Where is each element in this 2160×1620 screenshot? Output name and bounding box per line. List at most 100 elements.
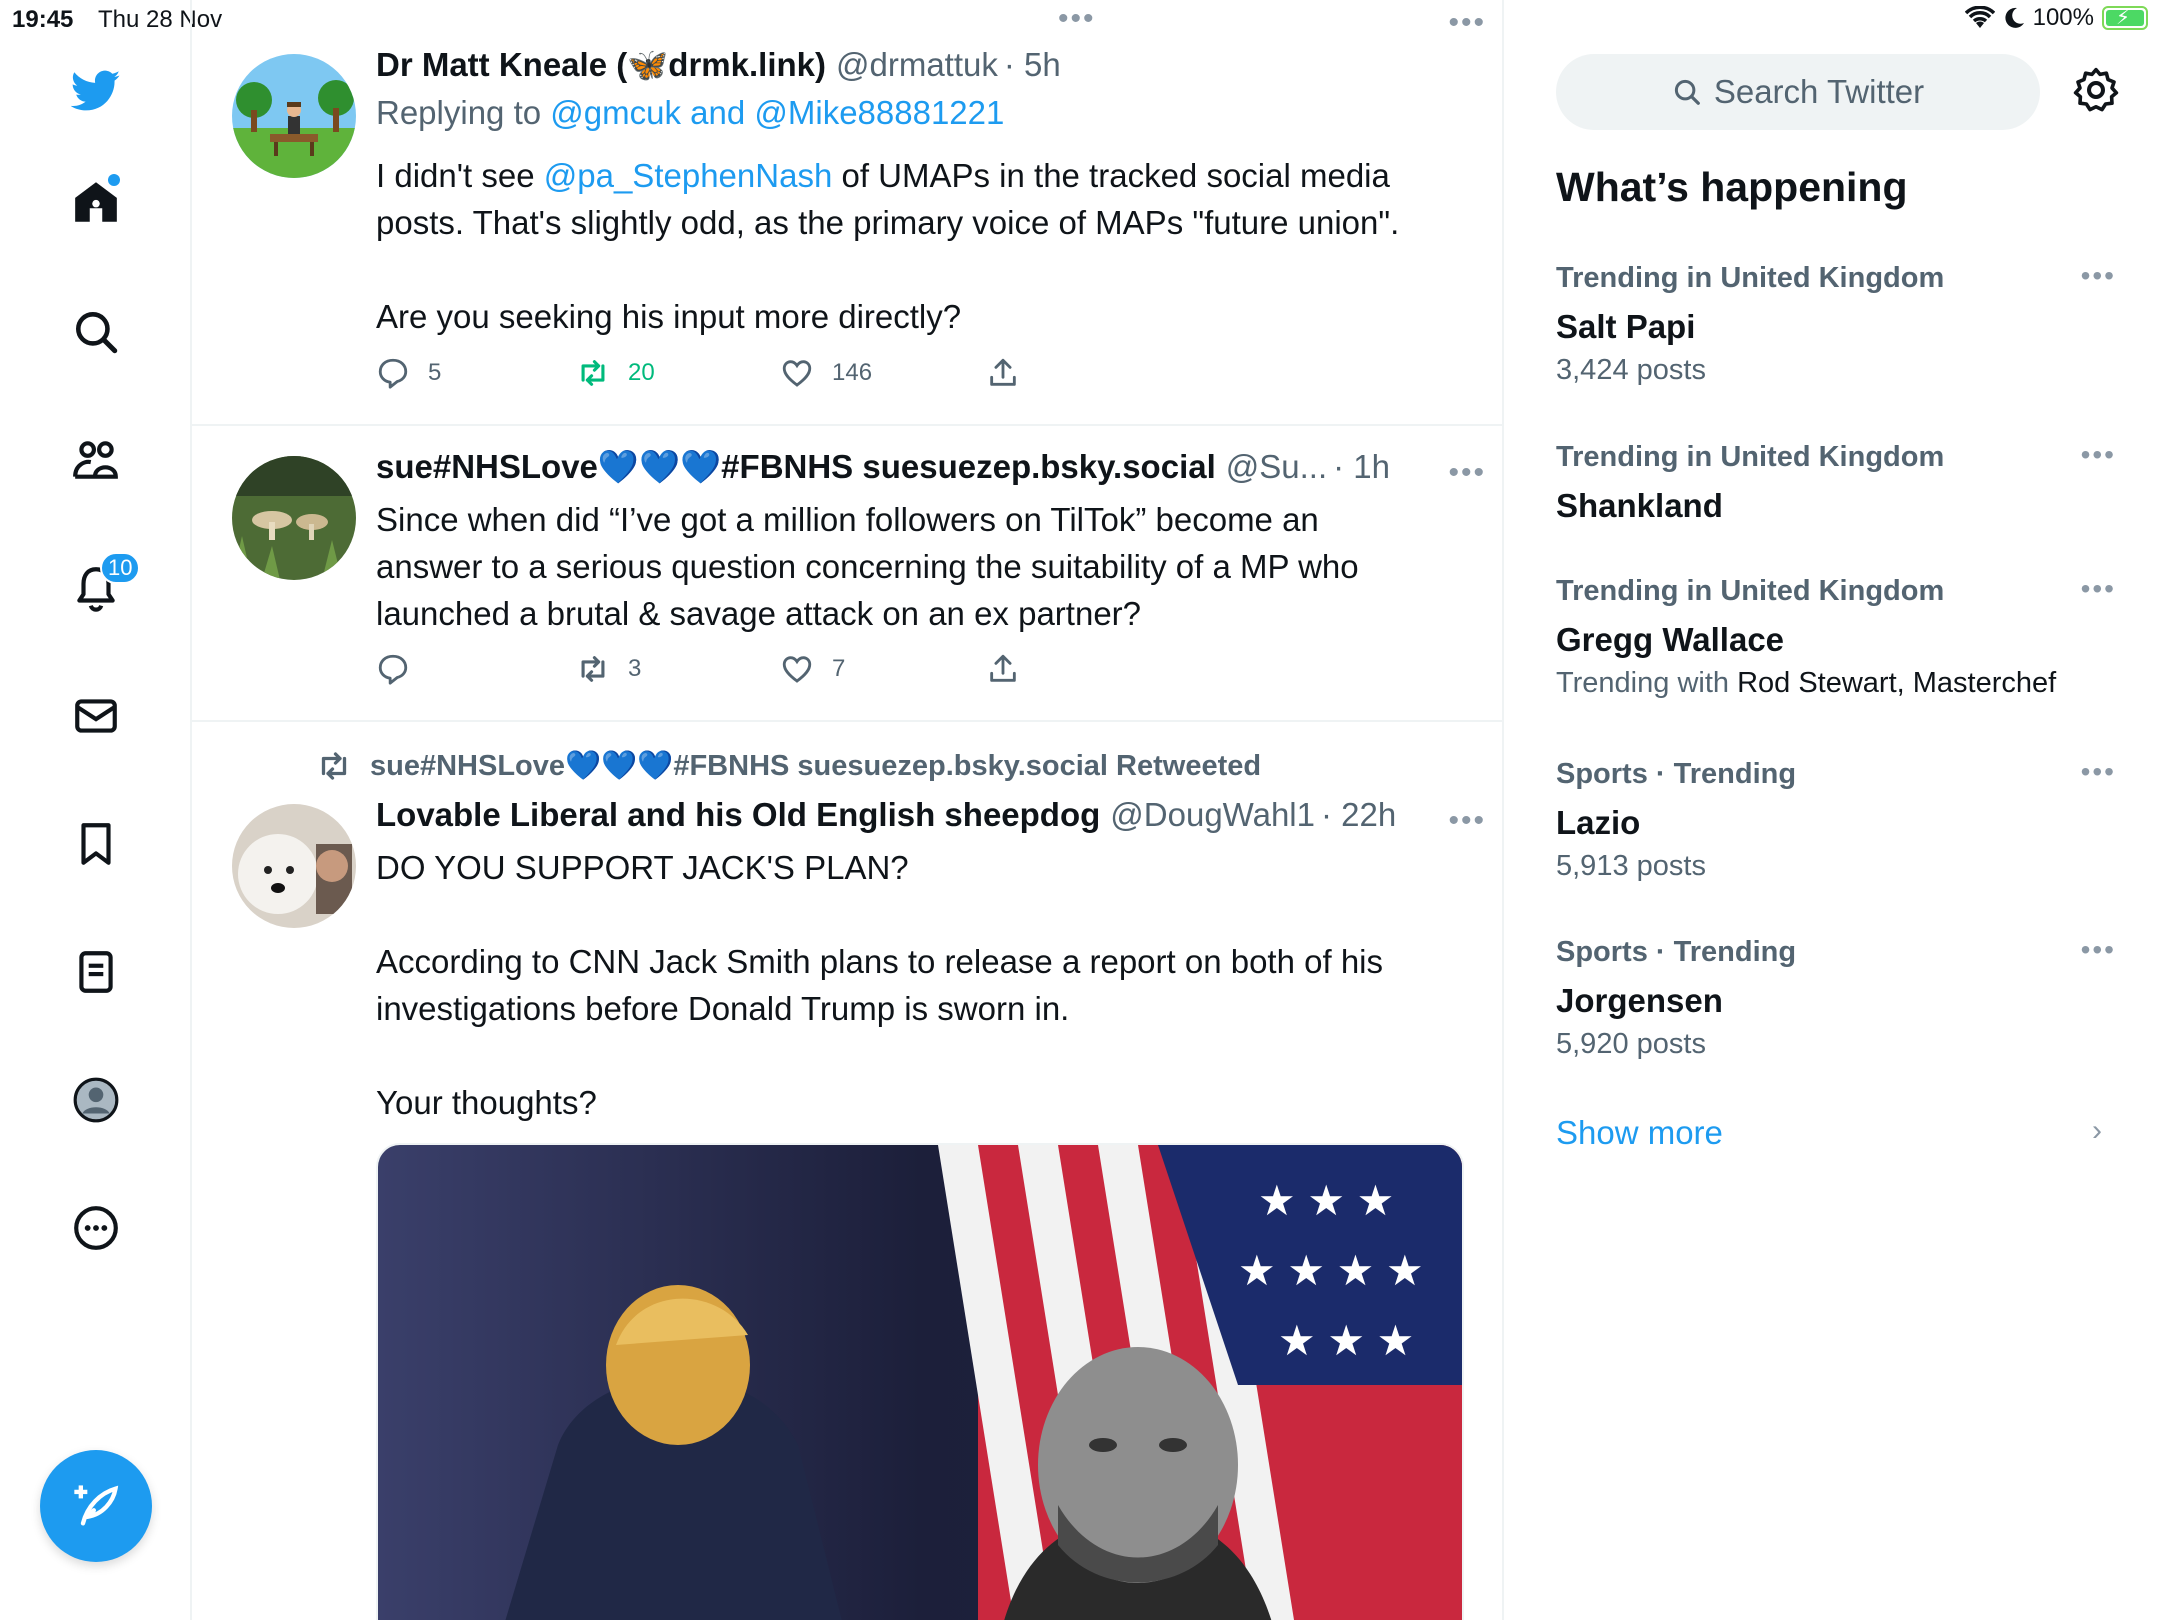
notifications-badge: 10 [100, 552, 141, 584]
like-button[interactable]: 7 [780, 652, 986, 686]
trend-post-count: 5,913 posts [1556, 850, 1706, 882]
trend-item[interactable]: Trending in United Kingdom Gregg Wallace… [1556, 573, 2116, 711]
trend-more-button[interactable]: ••• [2081, 573, 2116, 605]
replying-users-link[interactable]: @gmcuk and @Mike88881221 [550, 94, 1004, 131]
trend-context: Sports · Trending [1556, 758, 1797, 790]
svg-text:★ ★ ★: ★ ★ ★ [1258, 1177, 1394, 1224]
trend-more-button[interactable]: ••• [2081, 260, 2116, 292]
heart-icon [782, 656, 812, 683]
like-button[interactable]: 146 [780, 356, 986, 390]
tweet-media-image[interactable]: ★ ★ ★ ★ ★ ★ ★ ★ ★ ★ [376, 1143, 1464, 1620]
author-handle[interactable]: @Su... [1226, 448, 1327, 486]
tweet-text-start: I didn't see [376, 157, 544, 194]
home-unread-dot [108, 174, 120, 186]
retweet-icon [321, 752, 347, 780]
search-placeholder: Search Twitter [1713, 73, 1925, 110]
nav-bookmarks[interactable] [66, 814, 126, 874]
tweet-header: Dr Matt Kneale (🦋drmk.link) @drmattuk · … [376, 46, 1466, 94]
author-name[interactable]: sue#NHSLove💙💙💙#FBNHS suesuezep.bsky.soci… [376, 448, 1216, 487]
compose-tweet-button[interactable] [40, 1450, 152, 1562]
avatar[interactable] [232, 456, 356, 580]
trend-related-terms: Rod Stewart, Masterchef [1737, 667, 2057, 699]
retweeted-by-label: sue#NHSLove💙💙💙#FBNHS suesuezep.bsky.soci… [370, 750, 1262, 782]
retweet-button[interactable]: 20 [576, 356, 780, 390]
tweet-text: I didn't see @pa_StephenNash of UMAPs in… [376, 152, 1466, 340]
twitter-logo-icon[interactable] [66, 60, 126, 120]
timeline: Dr Matt Kneale (🦋drmk.link) @drmattuk · … [192, 0, 1504, 1620]
trend-name: Lazio [1556, 804, 1641, 841]
trend-related-prefix: Trending with [1556, 667, 1738, 699]
tweet[interactable]: sue#NHSLove💙💙💙#FBNHS suesuezep.bsky.soci… [192, 426, 1502, 722]
retweeted-by[interactable]: sue#NHSLove💙💙💙#FBNHS suesuezep.bsky.soci… [316, 748, 1261, 784]
trend-item[interactable]: Trending in United Kingdom Salt Papi 3,4… [1556, 260, 2116, 398]
trend-name: Shankland [1556, 487, 1723, 524]
svg-text:★ ★ ★ ★: ★ ★ ★ ★ [1238, 1247, 1424, 1294]
envelope-icon [75, 699, 117, 733]
trend-post-count: 5,920 posts [1556, 1028, 1706, 1060]
reply-button[interactable] [376, 652, 576, 686]
show-more-link[interactable]: Show more [1556, 1114, 1723, 1152]
trend-item[interactable]: Sports · Trending Lazio 5,913 posts ••• [1556, 756, 2116, 894]
profile-avatar-icon [73, 1077, 119, 1123]
nav-communities[interactable] [66, 430, 126, 490]
nav-lists[interactable] [66, 942, 126, 1002]
svg-text:★ ★ ★: ★ ★ ★ [1278, 1317, 1414, 1364]
trend-item[interactable]: Trending in United Kingdom Shankland ••• [1556, 439, 2116, 533]
retweet-icon [581, 656, 605, 682]
tweet-more-button[interactable]: ••• [1448, 804, 1486, 838]
settings-gear-icon[interactable] [2072, 66, 2120, 114]
avatar[interactable] [232, 54, 356, 178]
share-button[interactable] [986, 356, 1020, 390]
avatar[interactable] [232, 804, 356, 928]
tweet-more-button[interactable]: ••• [1448, 6, 1486, 40]
trend-related: Trending with Rod Stewart, Masterchef [1556, 667, 2116, 711]
retweet-button[interactable]: 3 [576, 652, 780, 686]
nav-messages[interactable] [66, 686, 126, 746]
trend-context: Trending in United Kingdom [1556, 262, 1945, 294]
tweet-actions: 5 20 146 [376, 356, 1020, 390]
trend-more-button[interactable]: ••• [2081, 756, 2116, 788]
retweet-icon [581, 360, 605, 386]
trend-name: Gregg Wallace [1556, 621, 1785, 658]
tweet[interactable]: Dr Matt Kneale (🦋drmk.link) @drmattuk · … [192, 0, 1502, 426]
nav-notifications[interactable]: 10 [66, 552, 141, 618]
tweet-time: · 5h [1003, 46, 1061, 83]
trend-item[interactable]: Sports · Trending Jorgensen 5,920 posts … [1556, 934, 2116, 1072]
tweet-time: · 1h [1333, 448, 1391, 485]
search-icon [1674, 79, 1700, 105]
trend-context: Sports · Trending [1556, 936, 1797, 968]
share-button[interactable] [986, 652, 1020, 686]
author-handle[interactable]: @drmattuk [836, 46, 998, 84]
trend-post-count: 3,424 posts [1556, 354, 1706, 386]
lists-icon [79, 951, 113, 993]
left-nav: 10 [0, 0, 192, 1620]
share-icon [990, 654, 1016, 682]
author-handle[interactable]: @DougWahl1 [1110, 796, 1315, 834]
tweet-more-button[interactable]: ••• [1448, 456, 1486, 490]
trend-more-button[interactable]: ••• [2081, 934, 2116, 966]
trend-name: Jorgensen [1556, 982, 1723, 1019]
author-name[interactable]: Dr Matt Kneale (🦋drmk.link) [376, 46, 826, 85]
chevron-right-icon[interactable]: › [2092, 1114, 2102, 1148]
tweet-body: sue#NHSLove💙💙💙#FBNHS suesuezep.bsky.soci… [376, 448, 1466, 637]
tweet-time: · 22h [1320, 796, 1397, 833]
search-icon [76, 312, 118, 354]
tweet-text: Since when did “I’ve got a million follo… [376, 501, 1359, 632]
trend-more-button[interactable]: ••• [2081, 439, 2116, 471]
trend-context: Trending in United Kingdom [1556, 575, 1945, 607]
search-input[interactable]: Search Twitter [1556, 54, 2040, 130]
nav-home[interactable] [66, 172, 126, 232]
tweet-header: sue#NHSLove💙💙💙#FBNHS suesuezep.bsky.soci… [376, 448, 1466, 496]
heart-icon [782, 360, 812, 387]
nav-explore[interactable] [66, 302, 126, 362]
reply-button[interactable]: 5 [376, 356, 576, 390]
nav-profile[interactable] [66, 1070, 126, 1130]
mention-link[interactable]: @pa_StephenNash [544, 157, 833, 194]
like-count: 146 [832, 359, 873, 386]
pixel-park-avatar-image [232, 54, 356, 178]
tweet-body: Dr Matt Kneale (🦋drmk.link) @drmattuk · … [376, 46, 1466, 340]
trend-name: Salt Papi [1556, 308, 1696, 345]
nav-more[interactable] [66, 1198, 126, 1258]
bird-icon [71, 70, 121, 111]
author-name[interactable]: Lovable Liberal and his Old English shee… [376, 796, 1100, 834]
